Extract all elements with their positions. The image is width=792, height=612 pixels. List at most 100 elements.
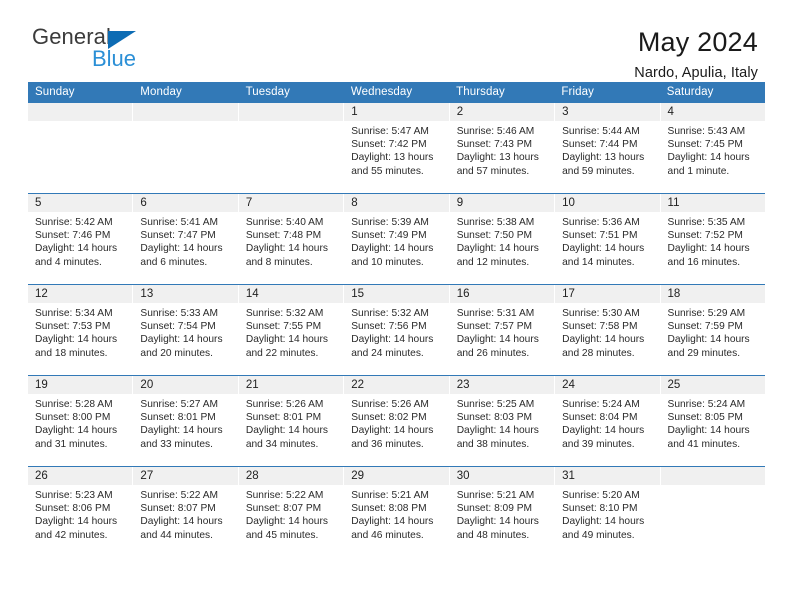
day-number[interactable]: 14 bbox=[237, 285, 343, 303]
day-cell[interactable]: Sunrise: 5:46 AM Sunset: 7:43 PM Daylight:… bbox=[448, 121, 554, 193]
sunrise-text: Sunrise: 5:29 AM bbox=[667, 308, 746, 319]
sunset-text: Sunset: 8:10 PM bbox=[562, 503, 638, 515]
day-number[interactable]: 1 bbox=[343, 103, 448, 121]
daylight-text: Daylight: 14 hours and 26 minutes. bbox=[456, 334, 539, 359]
day-number[interactable]: 15 bbox=[343, 285, 448, 303]
daylight-text: Daylight: 14 hours and 20 minutes. bbox=[140, 334, 223, 359]
day-cell[interactable]: Sunrise: 5:42 AM Sunset: 7:46 PM Daylight:… bbox=[28, 212, 132, 284]
sunrise-text: Sunrise: 5:38 AM bbox=[456, 217, 535, 228]
daylight-text: Daylight: 14 hours and 48 minutes. bbox=[456, 516, 539, 541]
day-number[interactable]: 25 bbox=[659, 376, 765, 394]
sunset-text: Sunset: 7:55 PM bbox=[245, 321, 322, 333]
sunset-text: Sunset: 8:08 PM bbox=[351, 503, 427, 515]
day-cell[interactable]: Sunrise: 5:24 AM Sunset: 8:04 PM Daylight:… bbox=[554, 394, 659, 466]
day-cell[interactable]: Sunrise: 5:40 AM Sunset: 7:48 PM Daylight:… bbox=[237, 212, 343, 284]
daylight-text: Daylight: 14 hours and 24 minutes. bbox=[351, 334, 434, 359]
day-cell[interactable]: Sunrise: 5:20 AM Sunset: 8:10 PM Daylight:… bbox=[554, 485, 659, 557]
sunrise-text: Sunrise: 5:35 AM bbox=[667, 217, 746, 228]
day-number[interactable]: 20 bbox=[132, 376, 237, 394]
day-cell[interactable]: Sunrise: 5:27 AM Sunset: 8:01 PM Daylight:… bbox=[132, 394, 237, 466]
sunset-text: Sunset: 7:50 PM bbox=[456, 230, 533, 242]
sunrise-text: Sunrise: 5:24 AM bbox=[667, 399, 746, 410]
day-number[interactable]: 2 bbox=[448, 103, 554, 121]
day-cell[interactable]: Sunrise: 5:33 AM Sunset: 7:54 PM Daylight:… bbox=[132, 303, 237, 375]
day-cell[interactable]: Sunrise: 5:43 AM Sunset: 7:45 PM Daylight:… bbox=[659, 121, 765, 193]
day-cell[interactable]: Sunrise: 5:25 AM Sunset: 8:03 PM Daylight:… bbox=[448, 394, 554, 466]
daylight-text: Daylight: 14 hours and 38 minutes. bbox=[456, 425, 539, 450]
sunset-text: Sunset: 7:51 PM bbox=[562, 230, 638, 242]
day-cell[interactable]: Sunrise: 5:44 AM Sunset: 7:44 PM Daylight:… bbox=[554, 121, 659, 193]
sunrise-text: Sunrise: 5:36 AM bbox=[562, 217, 640, 228]
daylight-text: Daylight: 14 hours and 34 minutes. bbox=[245, 425, 328, 450]
sunset-text: Sunset: 8:00 PM bbox=[35, 412, 111, 424]
day-number[interactable]: 24 bbox=[554, 376, 659, 394]
day-number[interactable]: 4 bbox=[659, 103, 765, 121]
day-number[interactable]: 18 bbox=[659, 285, 765, 303]
day-number[interactable]: 19 bbox=[28, 376, 132, 394]
day-number[interactable]: 28 bbox=[237, 467, 343, 485]
daylight-text: Daylight: 14 hours and 42 minutes. bbox=[35, 516, 118, 541]
day-cell[interactable]: Sunrise: 5:32 AM Sunset: 7:56 PM Daylight:… bbox=[343, 303, 448, 375]
daylight-text: Daylight: 14 hours and 6 minutes. bbox=[140, 243, 223, 268]
sunrise-text: Sunrise: 5:22 AM bbox=[245, 490, 324, 501]
day-number[interactable]: 26 bbox=[28, 467, 132, 485]
day-cell[interactable]: Sunrise: 5:23 AM Sunset: 8:06 PM Daylight:… bbox=[28, 485, 132, 557]
day-number[interactable]: 6 bbox=[132, 194, 237, 212]
day-number[interactable]: 27 bbox=[132, 467, 237, 485]
day-number[interactable]: 5 bbox=[28, 194, 132, 212]
weekday-header-monday: Monday bbox=[140, 86, 182, 98]
logo-text-blue: Blue bbox=[92, 46, 137, 71]
day-number[interactable]: 22 bbox=[343, 376, 448, 394]
day-cell[interactable]: Sunrise: 5:21 AM Sunset: 8:09 PM Daylight:… bbox=[448, 485, 554, 557]
day-cell[interactable]: Sunrise: 5:41 AM Sunset: 7:47 PM Daylight:… bbox=[132, 212, 237, 284]
sunset-text: Sunset: 7:57 PM bbox=[456, 321, 533, 333]
weekday-header-sunday: Sunday bbox=[35, 86, 75, 98]
day-cell[interactable]: Sunrise: 5:29 AM Sunset: 7:59 PM Daylight:… bbox=[659, 303, 765, 375]
day-number[interactable]: 17 bbox=[554, 285, 659, 303]
day-cell[interactable]: Sunrise: 5:21 AM Sunset: 8:08 PM Daylight:… bbox=[343, 485, 448, 557]
day-cell[interactable]: Sunrise: 5:26 AM Sunset: 8:02 PM Daylight:… bbox=[343, 394, 448, 466]
sunrise-text: Sunrise: 5:39 AM bbox=[351, 217, 429, 228]
day-cell[interactable]: Sunrise: 5:39 AM Sunset: 7:49 PM Daylight:… bbox=[343, 212, 448, 284]
daylight-text: Daylight: 14 hours and 29 minutes. bbox=[667, 334, 750, 359]
day-number[interactable]: 30 bbox=[448, 467, 554, 485]
day-cell[interactable]: Sunrise: 5:47 AM Sunset: 7:42 PM Daylight:… bbox=[343, 121, 448, 193]
day-number[interactable]: 3 bbox=[554, 103, 659, 121]
day-cell[interactable]: Sunrise: 5:38 AM Sunset: 7:50 PM Daylight:… bbox=[448, 212, 554, 284]
day-number[interactable]: 11 bbox=[659, 194, 765, 212]
sunset-text: Sunset: 8:01 PM bbox=[140, 412, 216, 424]
day-cell[interactable]: Sunrise: 5:24 AM Sunset: 8:05 PM Daylight:… bbox=[659, 394, 765, 466]
day-number[interactable]: 9 bbox=[448, 194, 554, 212]
day-number[interactable]: 21 bbox=[237, 376, 343, 394]
sunset-text: Sunset: 7:49 PM bbox=[351, 230, 427, 242]
daylight-text: Daylight: 14 hours and 14 minutes. bbox=[562, 243, 645, 268]
sunset-text: Sunset: 8:07 PM bbox=[245, 503, 322, 515]
day-number[interactable]: 31 bbox=[554, 467, 659, 485]
daylight-text: Daylight: 14 hours and 8 minutes. bbox=[245, 243, 328, 268]
day-cell[interactable]: Sunrise: 5:31 AM Sunset: 7:57 PM Daylight:… bbox=[448, 303, 554, 375]
day-number[interactable]: 12 bbox=[28, 285, 132, 303]
day-cell[interactable]: Sunrise: 5:34 AM Sunset: 7:53 PM Daylight:… bbox=[28, 303, 132, 375]
calendar-week-row: 26 27 28 29 30 31 Sunrise: 5:23 AM Sunset: 8:06… bbox=[28, 466, 765, 557]
daylight-text: Daylight: 14 hours and 18 minutes. bbox=[35, 334, 118, 359]
day-number[interactable]: 7 bbox=[237, 194, 343, 212]
day-number[interactable]: 23 bbox=[448, 376, 554, 394]
sunset-text: Sunset: 8:07 PM bbox=[140, 503, 216, 515]
general-blue-logo[interactable]: General Blue bbox=[32, 26, 172, 74]
day-number[interactable]: 16 bbox=[448, 285, 554, 303]
day-cell[interactable]: Sunrise: 5:30 AM Sunset: 7:58 PM Daylight:… bbox=[554, 303, 659, 375]
sunset-text: Sunset: 8:06 PM bbox=[35, 503, 111, 515]
day-number[interactable]: 13 bbox=[132, 285, 237, 303]
day-cell[interactable]: Sunrise: 5:35 AM Sunset: 7:52 PM Daylight:… bbox=[659, 212, 765, 284]
day-cell[interactable]: Sunrise: 5:26 AM Sunset: 8:01 PM Daylight:… bbox=[237, 394, 343, 466]
day-cell[interactable]: Sunrise: 5:32 AM Sunset: 7:55 PM Daylight:… bbox=[237, 303, 343, 375]
day-number[interactable]: 8 bbox=[343, 194, 448, 212]
day-number[interactable]: 10 bbox=[554, 194, 659, 212]
sunrise-text: Sunrise: 5:32 AM bbox=[245, 308, 324, 319]
day-cell[interactable]: Sunrise: 5:28 AM Sunset: 8:00 PM Daylight:… bbox=[28, 394, 132, 466]
day-cell[interactable]: Sunrise: 5:36 AM Sunset: 7:51 PM Daylight:… bbox=[554, 212, 659, 284]
day-number[interactable]: 29 bbox=[343, 467, 448, 485]
day-cell[interactable]: Sunrise: 5:22 AM Sunset: 8:07 PM Daylight:… bbox=[132, 485, 237, 557]
day-number-empty bbox=[659, 467, 765, 485]
day-cell[interactable]: Sunrise: 5:22 AM Sunset: 8:07 PM Daylight:… bbox=[237, 485, 343, 557]
